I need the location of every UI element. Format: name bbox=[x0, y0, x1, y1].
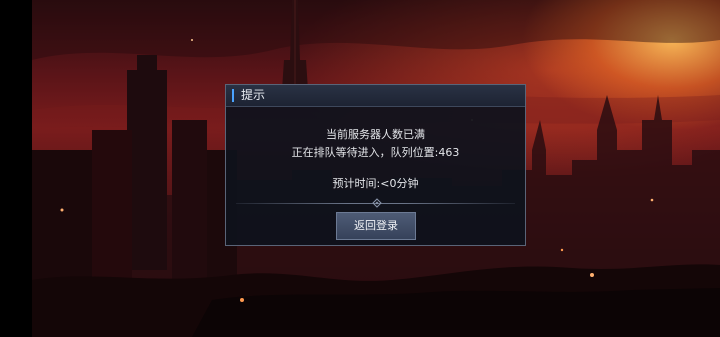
estimated-time-message: 预计时间:<0分钟 bbox=[332, 177, 419, 190]
letterbox-bar bbox=[0, 0, 32, 337]
dialog-title: 提示 bbox=[241, 88, 266, 102]
server-full-message: 当前服务器人数已满 bbox=[326, 128, 425, 141]
header-accent-bar bbox=[232, 89, 234, 102]
queue-position-message: 正在排队等待进入，队列位置:463 bbox=[291, 146, 460, 159]
return-login-button[interactable]: 返回登录 bbox=[336, 212, 416, 240]
game-screen: 提示 当前服务器人数已满 正在排队等待进入，队列位置:463 预计时间:<0分钟… bbox=[0, 0, 720, 337]
dialog-header: 提示 bbox=[226, 85, 525, 107]
diamond-ornament-icon bbox=[372, 198, 382, 208]
queue-dialog: 提示 当前服务器人数已满 正在排队等待进入，队列位置:463 预计时间:<0分钟… bbox=[225, 84, 526, 246]
